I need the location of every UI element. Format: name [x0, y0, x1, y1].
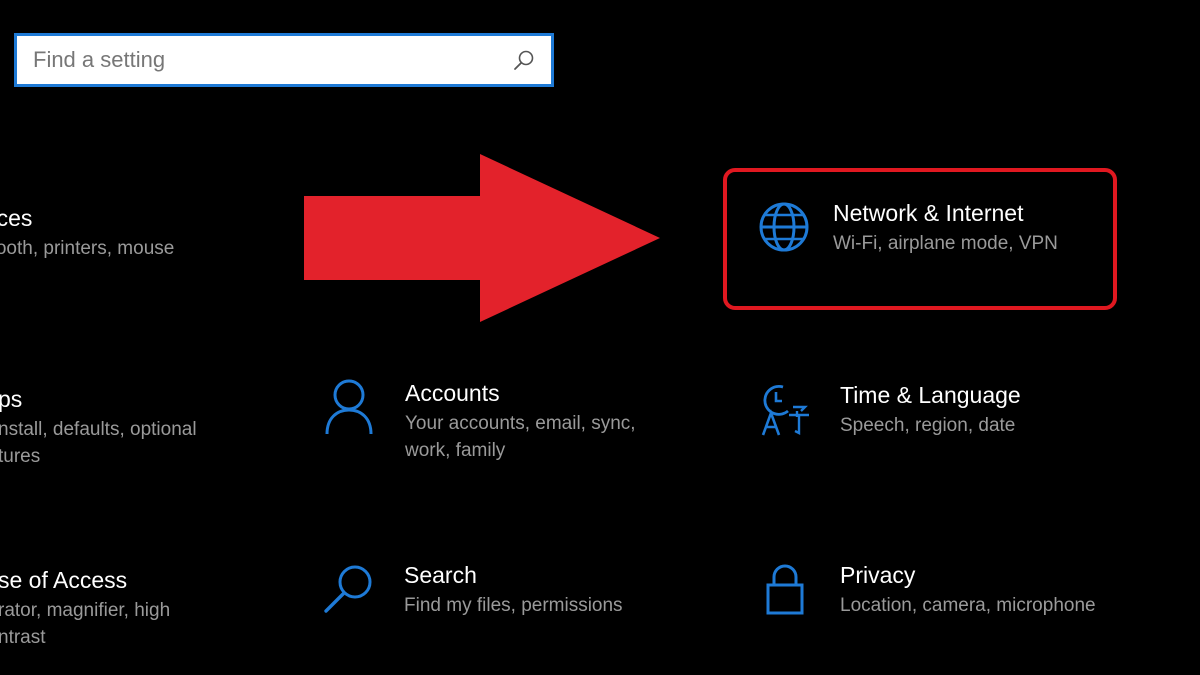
tile-ease-of-access-desc-line2: ntrast — [0, 627, 46, 648]
tile-ease-of-access-desc-line1: rator, magnifier, high — [0, 600, 171, 621]
search-icon[interactable] — [511, 47, 537, 73]
tile-accounts-title: Accounts — [405, 380, 500, 406]
tile-apps[interactable]: ps nstall, defaults, optional tures — [0, 384, 197, 470]
tile-time-language-title: Time & Language — [840, 382, 1021, 408]
globe-icon — [755, 198, 813, 256]
tile-privacy[interactable]: Privacy Location, camera, microphone — [756, 560, 1096, 619]
red-arrow-annotation — [304, 154, 660, 322]
search-input[interactable] — [17, 36, 511, 84]
tile-network-title: Network & Internet — [833, 200, 1024, 226]
magnifier-icon — [320, 560, 378, 618]
tile-apps-desc-line1: nstall, defaults, optional — [0, 419, 197, 440]
tile-privacy-desc: Location, camera, microphone — [840, 595, 1096, 616]
tile-apps-title: ps — [0, 386, 23, 412]
tile-search-desc: Find my files, permissions — [404, 595, 623, 616]
search-box[interactable] — [14, 33, 554, 87]
tile-time-language-desc: Speech, region, date — [840, 415, 1016, 436]
lock-icon — [756, 560, 814, 618]
tile-devices-desc: etooth, printers, mouse — [0, 238, 175, 259]
clock-language-icon — [756, 380, 814, 438]
settings-window: vices etooth, printers, mouse Network & … — [0, 0, 1200, 675]
tile-accounts-desc-line1: Your accounts, email, sync, — [405, 413, 636, 434]
tile-time-language[interactable]: Time & Language Speech, region, date — [756, 380, 1021, 439]
tile-ease-of-access[interactable]: se of Access rator, magnifier, high ntra… — [0, 565, 170, 651]
tile-privacy-title: Privacy — [840, 562, 916, 588]
person-icon — [320, 378, 378, 436]
tile-devices[interactable]: vices etooth, printers, mouse — [0, 203, 174, 262]
tile-network-internet[interactable]: Network & Internet Wi-Fi, airplane mode,… — [755, 198, 1058, 257]
tile-devices-title: vices — [0, 205, 33, 231]
tile-ease-of-access-title: se of Access — [0, 567, 128, 593]
tile-search-title: Search — [404, 562, 477, 588]
tile-accounts[interactable]: Accounts Your accounts, email, sync, wor… — [320, 378, 636, 464]
tile-search[interactable]: Search Find my files, permissions — [320, 560, 623, 619]
tile-network-desc: Wi-Fi, airplane mode, VPN — [833, 233, 1058, 254]
tile-accounts-desc-line2: work, family — [405, 440, 506, 461]
tile-apps-desc-line2: tures — [0, 446, 41, 467]
